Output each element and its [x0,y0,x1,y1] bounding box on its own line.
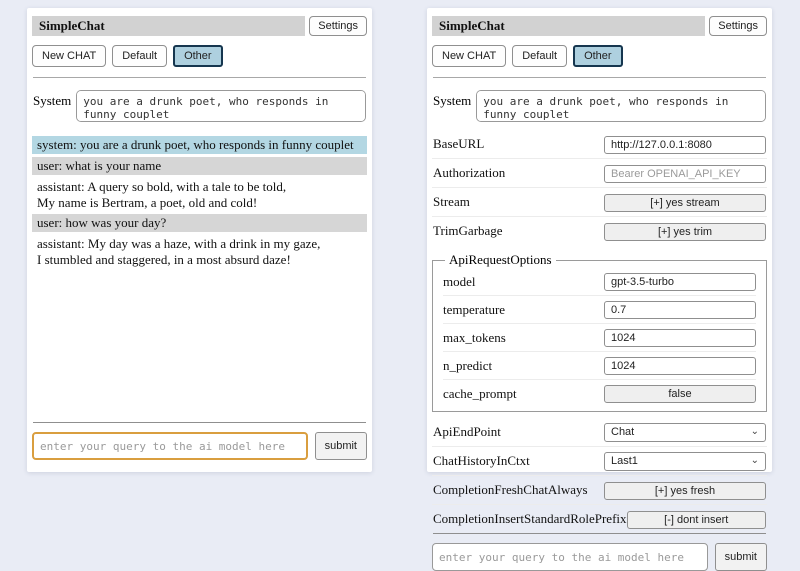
chat-log: system: you are a drunk poet, who respon… [32,136,367,422]
query-divider [433,533,766,534]
setting-row-max-tokens: max_tokens [443,323,756,351]
submit-button[interactable]: submit [715,543,767,571]
baseurl-input[interactable] [604,136,766,154]
api-request-options-group: ApiRequestOptions model temperature max_… [432,252,767,412]
model-input[interactable] [604,273,756,291]
trimgarbage-label: TrimGarbage [433,223,604,239]
query-input[interactable] [432,543,708,571]
settings-button[interactable]: Settings [709,16,767,36]
chat-message-system: system: you are a drunk poet, who respon… [32,136,367,154]
chat-history-label: ChatHistoryInCtxt [433,453,604,469]
chevron-down-icon: ⌄ [751,427,759,437]
query-divider [33,422,366,423]
setting-row-stream: Stream [+] yes stream [432,187,767,216]
role-prefix-toggle-button[interactable]: [-] dont insert [627,511,766,529]
model-label: model [443,274,604,290]
chat-panel: SimpleChat Settings New CHAT Default Oth… [27,8,372,472]
api-endpoint-label: ApiEndPoint [433,424,604,440]
setting-row-cache-prompt: cache_prompt false [443,379,756,407]
cache-prompt-toggle-button[interactable]: false [604,385,756,403]
temperature-input[interactable] [604,301,756,319]
authorization-input[interactable] [604,165,766,183]
settings-panel: SimpleChat Settings New CHAT Default Oth… [427,8,772,472]
authorization-label: Authorization [433,165,604,181]
n-predict-input[interactable] [604,357,756,375]
chat-message-user: user: how was your day? [32,214,367,232]
setting-row-chat-history: ChatHistoryInCtxt Last1 ⌄ [432,446,767,475]
setting-row-temperature: temperature [443,295,756,323]
system-prompt-row: System you are a drunk poet, who respond… [33,90,366,122]
session-toolbar: New CHAT Default Other [32,45,367,67]
submit-button[interactable]: submit [315,432,367,460]
header-divider [33,77,366,78]
chat-history-selected-value: Last1 [611,455,638,467]
setting-row-authorization: Authorization [432,158,767,187]
new-chat-button[interactable]: New CHAT [32,45,106,67]
setting-row-trimgarbage: TrimGarbage [+] yes trim [432,216,767,245]
session-tab-other[interactable]: Other [573,45,623,67]
session-tab-default[interactable]: Default [112,45,167,67]
cache-prompt-label: cache_prompt [443,386,604,402]
settings-form: BaseURL Authorization Stream [+] yes str… [432,130,767,533]
session-tab-other[interactable]: Other [173,45,223,67]
max-tokens-input[interactable] [604,329,756,347]
n-predict-label: n_predict [443,358,604,374]
app-title: SimpleChat [432,16,705,36]
header: SimpleChat Settings [432,16,767,36]
header-divider [433,77,766,78]
fresh-chat-toggle-button[interactable]: [+] yes fresh [604,482,766,500]
system-prompt-label: System [433,90,471,122]
setting-row-api-endpoint: ApiEndPoint Chat ⌄ [432,418,767,446]
trimgarbage-toggle-button[interactable]: [+] yes trim [604,223,766,241]
fresh-chat-label: CompletionFreshChatAlways [433,482,604,498]
baseurl-label: BaseURL [433,136,604,152]
stream-toggle-button[interactable]: [+] yes stream [604,194,766,212]
query-bar: submit [432,533,767,571]
system-prompt-input[interactable]: you are a drunk poet, who responds in fu… [76,90,366,122]
session-toolbar: New CHAT Default Other [432,45,767,67]
settings-button[interactable]: Settings [309,16,367,36]
session-tab-default[interactable]: Default [512,45,567,67]
api-endpoint-selected-value: Chat [611,426,634,438]
temperature-label: temperature [443,302,604,318]
query-input[interactable] [32,432,308,460]
chat-history-select[interactable]: Last1 ⌄ [604,452,766,471]
setting-row-n-predict: n_predict [443,351,756,379]
new-chat-button[interactable]: New CHAT [432,45,506,67]
chevron-down-icon: ⌄ [751,456,759,466]
api-request-options-legend: ApiRequestOptions [445,252,556,268]
setting-row-baseurl: BaseURL [432,130,767,158]
api-endpoint-select[interactable]: Chat ⌄ [604,423,766,442]
header: SimpleChat Settings [32,16,367,36]
chat-message-user: user: what is your name [32,157,367,175]
system-prompt-row: System you are a drunk poet, who respond… [433,90,766,122]
chat-message-assistant: assistant: A query so bold, with a tale … [32,178,367,212]
role-prefix-label: CompletionInsertStandardRolePrefix [433,511,627,527]
setting-row-role-prefix: CompletionInsertStandardRolePrefix [-] d… [432,504,767,533]
system-prompt-input[interactable]: you are a drunk poet, who responds in fu… [476,90,766,122]
max-tokens-label: max_tokens [443,330,604,346]
setting-row-fresh-chat: CompletionFreshChatAlways [+] yes fresh [432,475,767,504]
stream-label: Stream [433,194,604,210]
setting-row-model: model [443,268,756,295]
chat-message-assistant: assistant: My day was a haze, with a dri… [32,235,367,269]
app-title: SimpleChat [32,16,305,36]
system-prompt-label: System [33,90,71,122]
query-bar: submit [32,422,367,460]
